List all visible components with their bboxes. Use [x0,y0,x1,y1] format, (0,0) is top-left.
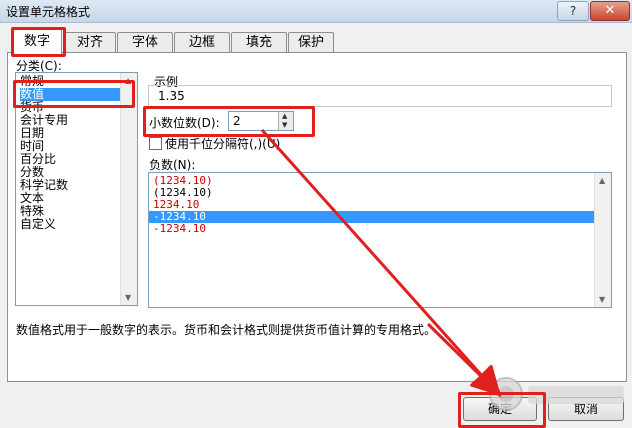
negative-option-minus[interactable]: -1234.10 [149,211,599,223]
decimal-places-value[interactable]: 2 [233,114,241,128]
window-title: 设置单元格格式 [6,5,91,19]
scroll-up-icon[interactable]: ▲ [125,76,131,85]
help-button[interactable]: ? [557,1,589,21]
negative-option-red-paren[interactable]: (1234.10) [149,175,599,187]
decimal-places-label: 小数位数(D): [149,116,220,130]
thousands-separator-checkbox[interactable] [149,137,162,150]
negative-numbers-list[interactable]: (1234.10) (1234.10) 1234.10 -1234.10 -12… [148,172,612,308]
negative-option-red-minus[interactable]: -1234.10 [149,223,599,235]
tab-protection[interactable]: 保护 [288,32,334,53]
category-scrollbar[interactable]: ▲ ▼ [120,73,137,305]
title-bar: 设置单元格格式 ? ✕ [0,0,632,23]
format-description: 数值格式用于一般数字的表示。货币和会计格式则提供货币值计算的专用格式。 [16,323,437,337]
negative-option-red[interactable]: 1234.10 [149,199,599,211]
sample-box [148,85,612,107]
tab-alignment[interactable]: 对齐 [64,32,116,53]
sample-value: 1.35 [158,89,185,103]
tab-fill[interactable]: 填充 [231,32,287,53]
watermark-logo-icon [489,377,624,411]
category-item-custom[interactable]: 自定义 [20,218,120,231]
negative-numbers-label: 负数(N): [149,158,196,172]
thousands-separator-label[interactable]: 使用千位分隔符(,)(U) [165,135,280,152]
scroll-down-icon[interactable]: ▼ [125,293,131,302]
category-list[interactable]: 常规 数值 货币 会计专用 日期 时间 百分比 分数 科学记数 文本 特殊 自定… [15,72,138,306]
scroll-down-icon[interactable]: ▼ [599,295,605,304]
close-button[interactable]: ✕ [590,1,630,21]
negative-option-paren[interactable]: (1234.10) [149,187,599,199]
tab-font[interactable]: 字体 [117,32,173,53]
spin-up-icon[interactable]: ▲ [282,113,287,120]
tab-number[interactable]: 数字 [12,29,62,54]
negative-scrollbar[interactable]: ▲ ▼ [594,173,611,307]
decimal-spinner[interactable]: ▲ ▼ [278,112,293,130]
spin-down-icon[interactable]: ▼ [282,122,287,129]
decimal-places-input[interactable]: 2 ▲ ▼ [228,111,294,131]
scroll-up-icon[interactable]: ▲ [599,176,605,185]
tab-border[interactable]: 边框 [174,32,230,53]
